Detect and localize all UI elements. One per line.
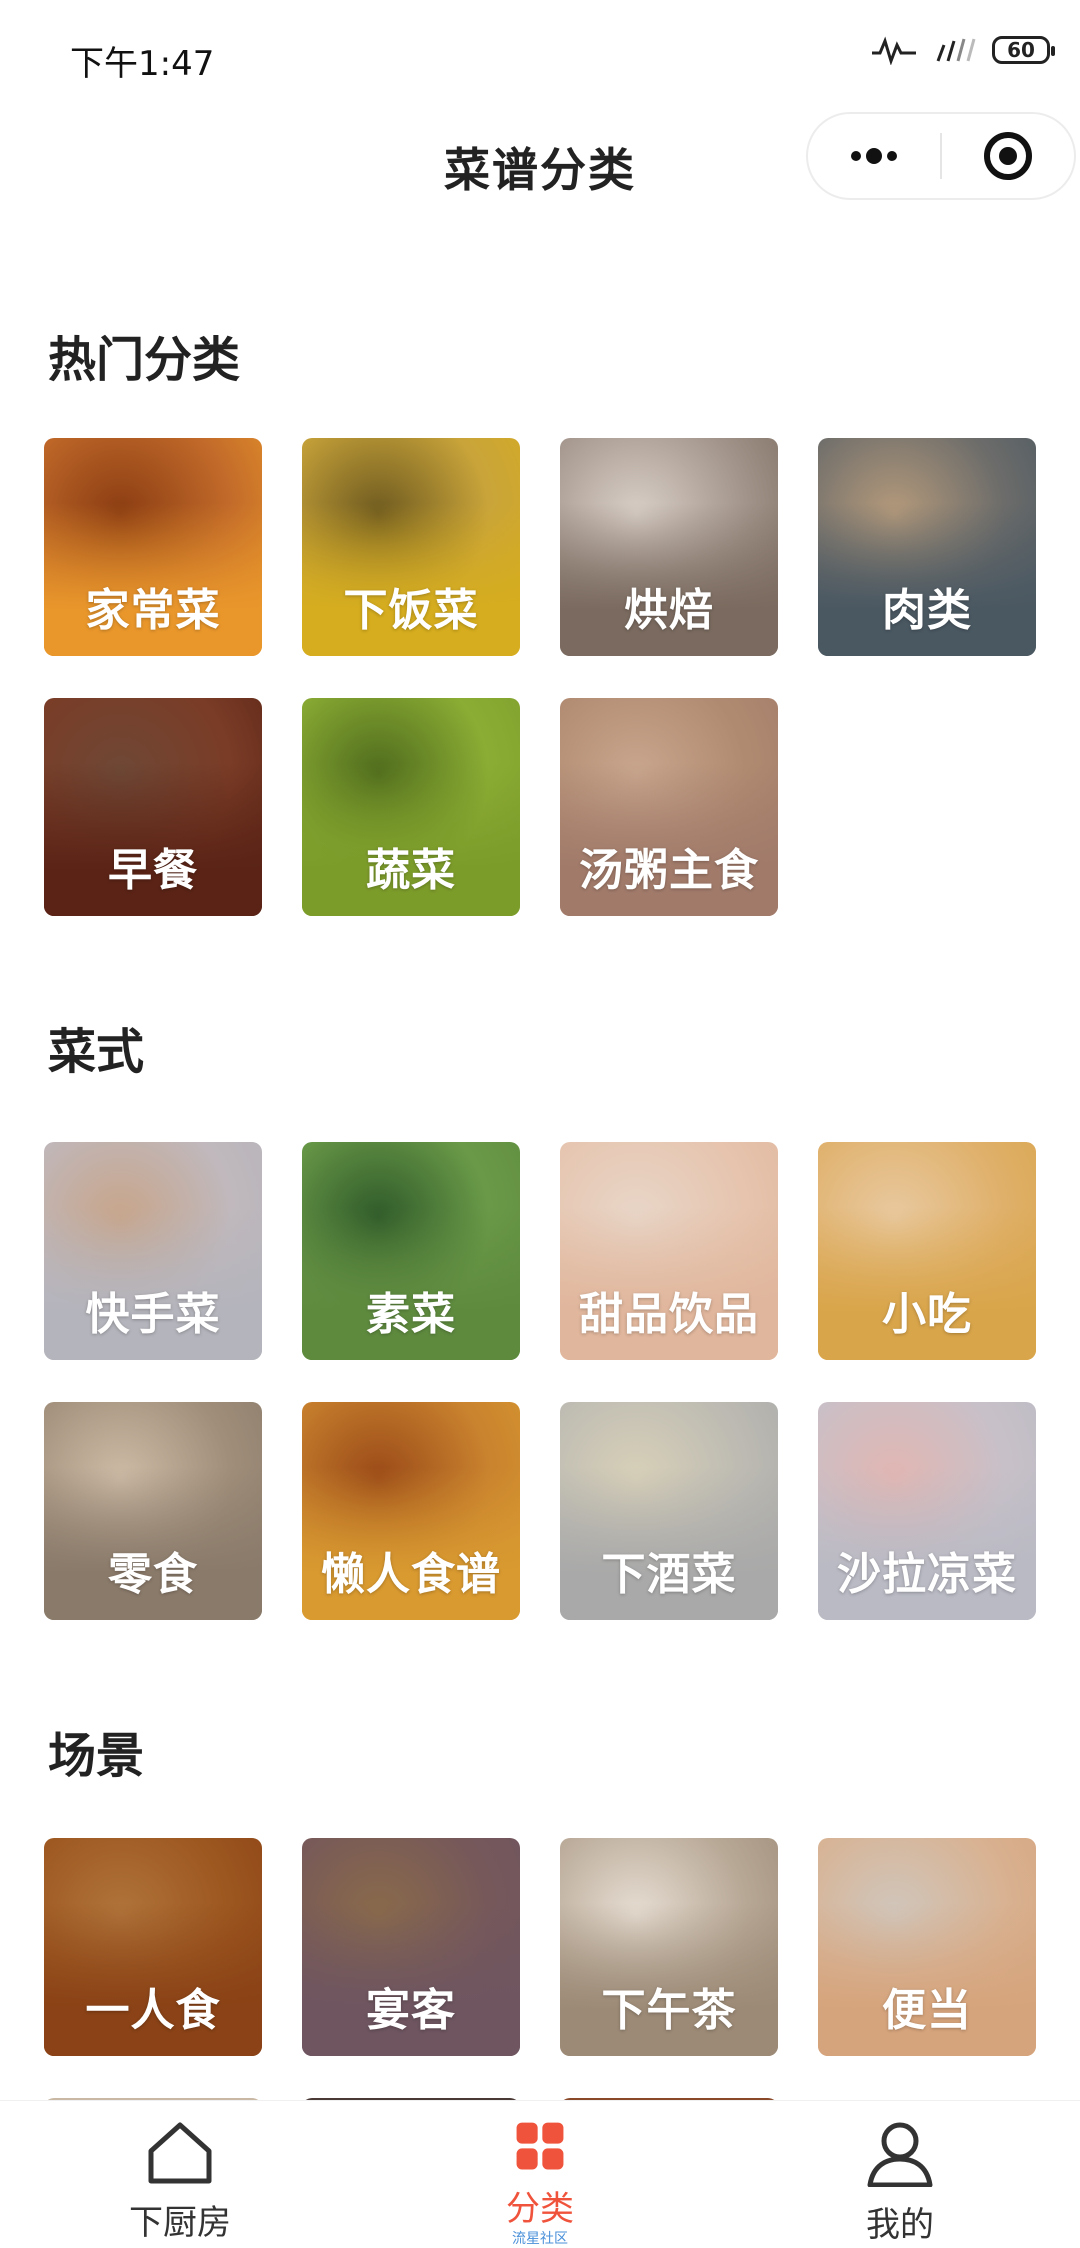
close-mini-program-button[interactable] xyxy=(942,114,1074,198)
category-tile[interactable]: 懒人食谱 xyxy=(302,1402,520,1620)
home-icon xyxy=(148,2122,212,2184)
category-tile[interactable]: 小吃 xyxy=(818,1142,1036,1360)
tile-label: 早餐 xyxy=(108,845,198,896)
tile-label: 零食 xyxy=(108,1549,198,1600)
category-tile[interactable]: 一人食 xyxy=(44,1838,262,2056)
tile-label: 小吃 xyxy=(882,1289,972,1340)
category-tile[interactable]: 快手菜 xyxy=(44,1142,262,1360)
tile-label: 懒人食谱 xyxy=(321,1549,501,1600)
status-bar: 下午1:47 60 xyxy=(0,0,1080,100)
category-tile[interactable]: 宴客 xyxy=(302,1838,520,2056)
tab-profile[interactable]: 我的 xyxy=(720,2101,1080,2248)
category-tile[interactable]: 家常菜 xyxy=(44,438,262,656)
category-tile[interactable]: 蔬菜 xyxy=(302,698,520,916)
category-tile[interactable]: 甜品饮品 xyxy=(560,1142,778,1360)
category-tile[interactable]: 汤粥主食 xyxy=(560,698,778,916)
bottom-tab-bar: 下厨房 分类 流星社区 我的 xyxy=(0,2100,1080,2248)
status-time: 下午1:47 xyxy=(70,44,215,84)
category-tile[interactable]: 烘焙 xyxy=(560,438,778,656)
category-tile[interactable]: 肉类 xyxy=(818,438,1036,656)
tile-label: 汤粥主食 xyxy=(579,845,759,896)
tile-label: 烘焙 xyxy=(624,585,714,636)
category-tile[interactable]: 早餐 xyxy=(44,698,262,916)
tab-category[interactable]: 分类 流星社区 xyxy=(360,2101,720,2248)
tile-label: 蔬菜 xyxy=(366,845,456,896)
grid-hot: 家常菜 下饭菜 烘焙 肉类 早餐 蔬菜 汤粥主食 xyxy=(44,438,1044,916)
section-title-scene: 场景 xyxy=(48,1728,145,1784)
grid-cuisine: 快手菜 素菜 甜品饮品 小吃 零食 懒人食谱 下酒菜 沙拉凉菜 xyxy=(44,1142,1044,1620)
more-options-button[interactable] xyxy=(808,114,940,198)
tile-label: 沙拉凉菜 xyxy=(837,1549,1017,1600)
category-grid-icon xyxy=(516,2122,564,2170)
target-close-icon xyxy=(983,132,1032,180)
tab-profile-label: 我的 xyxy=(866,2205,934,2245)
profile-icon xyxy=(867,2122,933,2187)
section-title-hot: 热门分类 xyxy=(48,332,241,388)
tile-label: 下酒菜 xyxy=(601,1549,737,1600)
category-tile[interactable]: 便当 xyxy=(818,1838,1036,2056)
tile-label: 宴客 xyxy=(366,1985,456,2036)
tile-label: 家常菜 xyxy=(85,585,221,636)
category-tile[interactable]: 下酒菜 xyxy=(560,1402,778,1620)
tab-home[interactable]: 下厨房 xyxy=(0,2101,360,2248)
signal-activity-icon xyxy=(872,36,916,65)
tile-label: 肉类 xyxy=(882,585,972,636)
section-title-cuisine: 菜式 xyxy=(48,1024,145,1080)
mini-program-capsule xyxy=(806,112,1076,200)
battery-icon: 60 xyxy=(992,36,1055,64)
tile-label: 快手菜 xyxy=(85,1289,221,1340)
tile-label: 便当 xyxy=(882,1985,972,2036)
tab-category-sublabel: 流星社区 xyxy=(512,2231,568,2247)
more-dots-icon xyxy=(851,148,897,164)
tile-label: 一人食 xyxy=(85,1985,221,2036)
category-tile[interactable]: 下午茶 xyxy=(560,1838,778,2056)
category-tile[interactable]: 零食 xyxy=(44,1402,262,1620)
battery-level: 60 xyxy=(1007,38,1035,62)
category-tile[interactable]: 下饭菜 xyxy=(302,438,520,656)
tile-label: 甜品饮品 xyxy=(579,1289,759,1340)
header: 菜谱分类 xyxy=(0,110,1080,220)
tile-label: 素菜 xyxy=(366,1289,456,1340)
tile-label: 下午茶 xyxy=(601,1985,737,2036)
status-icons: 60 xyxy=(870,30,1055,70)
tab-category-label: 分类 xyxy=(506,2189,574,2229)
cellular-signal-icon xyxy=(936,38,976,62)
category-tile[interactable]: 素菜 xyxy=(302,1142,520,1360)
tile-label: 下饭菜 xyxy=(343,585,479,636)
category-tile[interactable]: 沙拉凉菜 xyxy=(818,1402,1036,1620)
tab-home-label: 下厨房 xyxy=(129,2203,231,2243)
